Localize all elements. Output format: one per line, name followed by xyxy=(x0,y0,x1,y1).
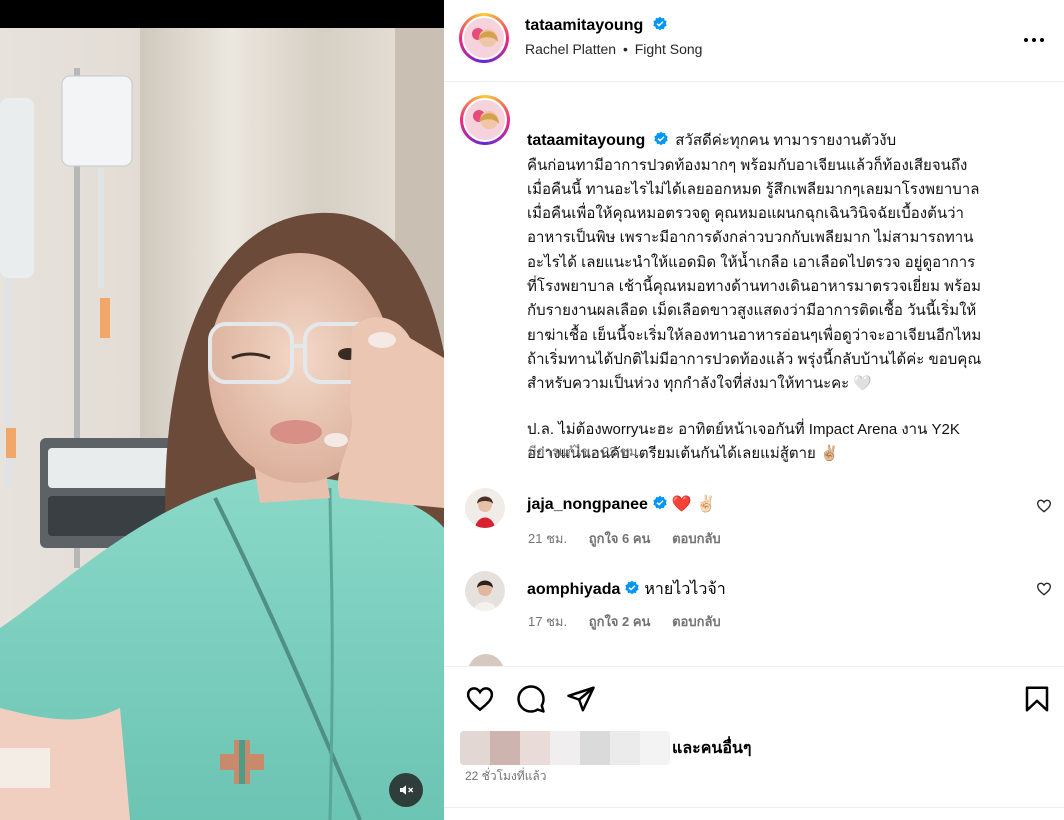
comment-text: หายไวไวจ้า xyxy=(644,581,726,598)
verified-badge-icon xyxy=(653,16,667,31)
post-media[interactable] xyxy=(0,0,444,820)
comment-reply-button[interactable]: ตอบกลับ xyxy=(672,531,721,546)
commenter-avatar[interactable] xyxy=(468,654,504,666)
caption-username[interactable]: tataamitayoung xyxy=(527,132,645,149)
verified-badge-icon xyxy=(654,131,668,146)
comment-username[interactable]: jaja_nongpanee xyxy=(527,496,648,513)
verified-badge-icon xyxy=(653,495,667,510)
comment-likes[interactable]: ถูกใจ 6 คน xyxy=(589,531,651,546)
verified-badge-icon xyxy=(625,580,640,595)
comment-username[interactable]: aomphiyada xyxy=(527,581,620,598)
audio-track-info[interactable]: Rachel Platten • Fight Song xyxy=(525,41,702,57)
comment-text: ❤️ ✌🏻 xyxy=(671,496,717,513)
comment-author-row: jaja_nongpanee ❤️ ✌🏻 xyxy=(527,494,716,514)
comment-meta: 17 ชม. ถูกใจ 2 คน ตอบกลับ xyxy=(528,611,739,632)
comment-bubble-icon[interactable] xyxy=(516,684,546,714)
post-photo xyxy=(0,28,444,820)
comments-scroll-area[interactable]: tataamitayoung สวัสดีค่ะทุกคน ทามารายงาน… xyxy=(444,83,1064,666)
mute-toggle-button[interactable] xyxy=(389,773,423,807)
author-username[interactable]: tataamitayoung xyxy=(525,17,643,34)
comment-likes[interactable]: ถูกใจ 2 คน xyxy=(589,614,651,629)
comment-item: aomphiyada หายไวไวจ้า 17 ชม. ถูกใจ 2 คน … xyxy=(444,571,1064,651)
comment-item: jaja_nongpanee ❤️ ✌🏻 21 ชม. ถูกใจ 6 คน ต… xyxy=(444,488,1064,568)
comment-time: 17 ชม. xyxy=(528,614,568,629)
caption-meta: มีการแก้ไข · 22 ชม. xyxy=(528,441,641,462)
post-caption: tataamitayoung สวัสดีค่ะทุกคน ทามารายงาน… xyxy=(527,105,1047,466)
divider xyxy=(444,807,1064,808)
audio-artist: Rachel Platten xyxy=(525,41,617,57)
caption-author-avatar[interactable] xyxy=(460,95,510,145)
comment-like-heart-icon[interactable] xyxy=(1036,581,1052,597)
caption-dot: · xyxy=(594,444,599,459)
caption-edited-label: มีการแก้ไข xyxy=(528,444,591,459)
save-bookmark-icon[interactable] xyxy=(1022,684,1052,714)
commenter-avatar[interactable] xyxy=(465,571,505,611)
likes-summary[interactable]: และคนอื่นๆ xyxy=(460,730,752,766)
post-details-panel: tataamitayoung Rachel Platten • Fight So… xyxy=(444,0,1064,820)
speaker-muted-icon xyxy=(400,785,414,795)
like-heart-icon[interactable] xyxy=(465,684,495,714)
comment-like-heart-icon[interactable] xyxy=(1036,498,1052,514)
audio-song: Fight Song xyxy=(634,41,703,57)
likes-suffix[interactable]: และคนอื่นๆ xyxy=(672,736,752,761)
commenter-avatar[interactable] xyxy=(465,488,505,528)
comment-reply-button[interactable]: ตอบกลับ xyxy=(672,614,721,629)
caption-body: สวัสดีค่ะทุกคน ทามารายงานตัวงับ คืนก่อนท… xyxy=(527,132,982,393)
post-header: tataamitayoung Rachel Platten • Fight So… xyxy=(444,0,1064,82)
comment-time: 21 ชม. xyxy=(528,531,568,546)
comment-author-row: aomphiyada หายไวไวจ้า xyxy=(527,577,726,602)
post-timestamp: 22 ชั่วโมงที่แล้ว xyxy=(465,769,547,783)
header-username-row: tataamitayoung xyxy=(525,16,668,35)
audio-separator: • xyxy=(622,41,628,57)
comment-meta: 21 ชม. ถูกใจ 6 คน ตอบกลับ xyxy=(528,528,739,549)
blurred-liker-avatars xyxy=(460,731,670,765)
more-options-icon[interactable] xyxy=(1022,28,1046,52)
post-actions-section: และคนอื่นๆ 22 ชั่วโมงที่แล้ว xyxy=(444,666,1064,820)
author-avatar[interactable] xyxy=(459,13,509,63)
share-send-icon[interactable] xyxy=(566,684,596,714)
caption-time: 22 ชม. xyxy=(602,444,642,459)
